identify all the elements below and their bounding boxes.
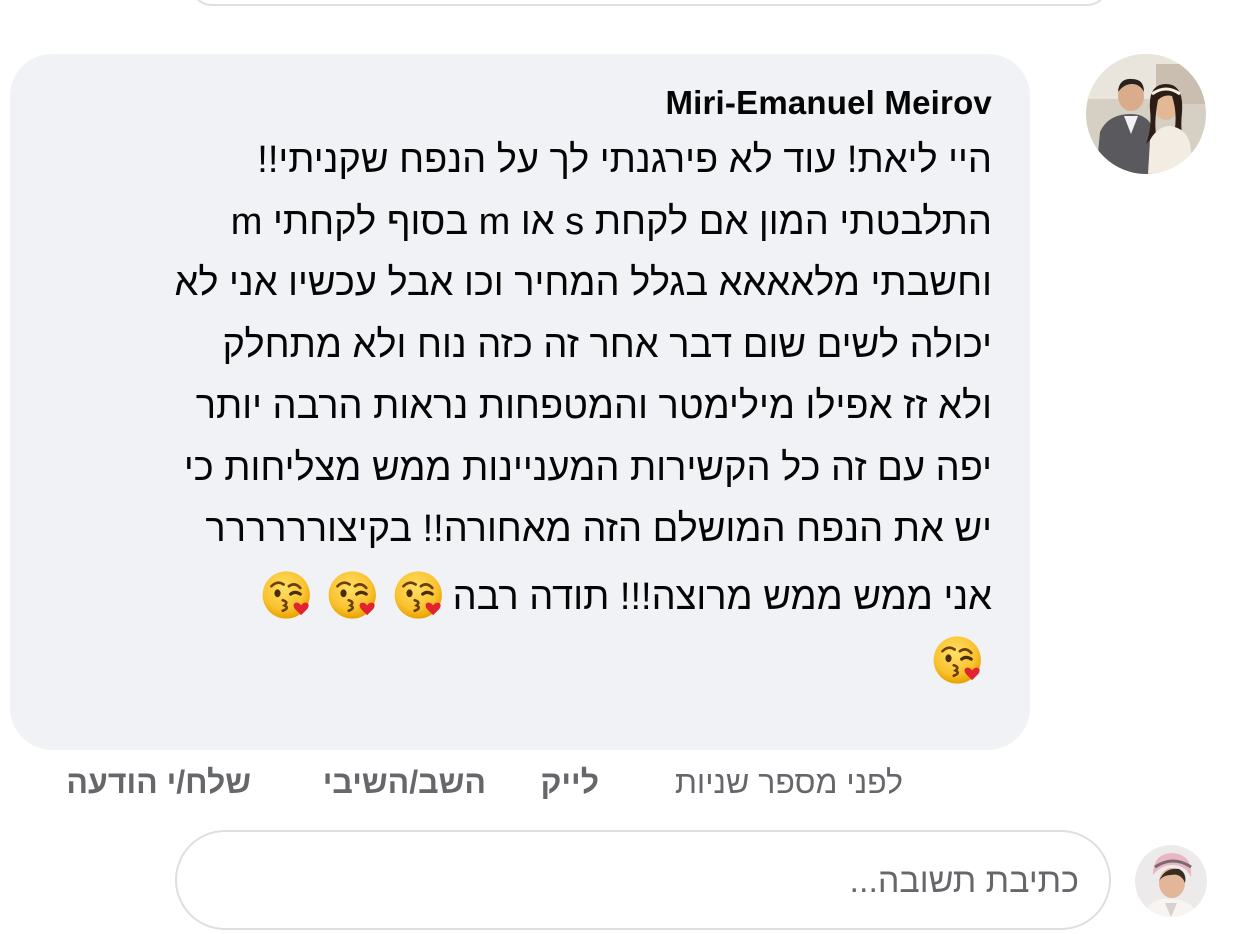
comment-thread: Miri-Emanuel Meirov היי ליאת! עוד לא פיר… (0, 0, 1236, 934)
couple-photo-icon (1086, 54, 1206, 174)
current-user-avatar[interactable] (1135, 845, 1207, 917)
comment-line: ולא זז אפילו מילימטר והמטפחות נראות הרבה… (195, 385, 992, 427)
reply-input[interactable] (219, 856, 1079, 906)
comment-line: אני ממש ממש מרוצה!!! תודה רבה (452, 575, 992, 618)
kissing-face-emoji-icon (260, 567, 316, 623)
comment-line: וחשבתי מלאאאא בגלל המחיר וכו אבל עכשיו א… (174, 262, 992, 304)
reply-composer[interactable] (175, 830, 1111, 930)
comment-line: יש את הנפח המושלם הזה מאחורה!! בקיצורררר… (205, 508, 992, 550)
comment-bubble: Miri-Emanuel Meirov היי ליאת! עוד לא פיר… (10, 54, 1030, 750)
like-button[interactable]: לייק (540, 760, 599, 804)
kissing-face-emoji-icon (392, 567, 448, 623)
comment-line: היי ליאת! עוד לא פירגנתי לך על הנפח שקני… (257, 139, 992, 181)
commenter-avatar[interactable] (1086, 54, 1206, 174)
kissing-face-emoji-icon (931, 632, 987, 688)
comment-line-with-emojis: אני ממש ממש מרוצה!!! תודה רבה (42, 567, 992, 629)
previous-reply-box (190, 0, 1109, 6)
send-message-button[interactable]: שלח/י הודעה (66, 760, 251, 804)
user-photo-icon (1135, 845, 1207, 917)
comment-text: היי ליאת! עוד לא פירגנתי לך על הנפח שקני… (42, 130, 992, 694)
reply-button[interactable]: השב/השיבי (323, 760, 486, 804)
comment-line-emoji (42, 632, 992, 694)
kissing-face-emoji-icon (326, 567, 382, 623)
comment-line: התלבטתי המון אם לקחת s או m בסוף לקחתי m (230, 200, 992, 243)
comment-line: יפה עם זה כל הקשירות המעניינות ממש מצליח… (183, 446, 992, 489)
comment-author[interactable]: Miri-Emanuel Meirov (665, 84, 992, 122)
comment-timestamp[interactable]: לפני מספר שניות (675, 760, 903, 804)
comment-line: יכולה לשים שום דבר אחר זה כזה נוח ולא מת… (222, 323, 992, 366)
